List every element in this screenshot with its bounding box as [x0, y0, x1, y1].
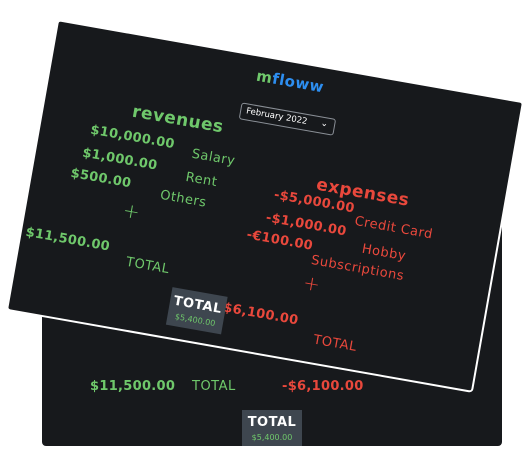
revenues-total-amount: $11,500.00: [24, 224, 112, 255]
revenues-total-label: TOTAL: [124, 254, 171, 278]
revenue-label-salary[interactable]: Salary: [191, 147, 237, 169]
revenue-label-others[interactable]: Others: [159, 188, 208, 211]
revenue-amount-others[interactable]: $500.00: [69, 166, 132, 191]
expenses-total-amount: -$6,100.00: [216, 299, 300, 329]
back-grand-total-label: TOTAL: [247, 415, 297, 430]
expense-label-hobby[interactable]: Hobby: [361, 242, 407, 264]
back-revenues-total-label: TOTAL: [192, 379, 236, 394]
back-grand-total-box: TOTAL $5,400.00: [242, 410, 302, 446]
add-expense-button[interactable]: +: [301, 270, 322, 297]
expenses-total-label: TOTAL: [312, 332, 358, 355]
logo-floww: floww: [270, 69, 326, 97]
back-revenues-total-amount: $11,500.00: [90, 379, 176, 394]
chevron-down-icon: ⌄: [319, 118, 329, 130]
grand-total-box: TOTAL $5,400.00: [165, 287, 228, 335]
app-logo: mfloww: [255, 67, 325, 97]
add-revenue-button[interactable]: +: [121, 198, 142, 225]
month-select-value: February 2022: [245, 106, 309, 127]
revenue-label-rent[interactable]: Rent: [184, 170, 218, 190]
back-expenses-total-amount: -$6,100.00: [282, 379, 364, 394]
month-select[interactable]: February 2022 ⌄: [238, 102, 337, 136]
expense-label-credit-card[interactable]: Credit Card: [353, 214, 434, 243]
back-grand-total-value: $5,400.00: [251, 433, 293, 442]
